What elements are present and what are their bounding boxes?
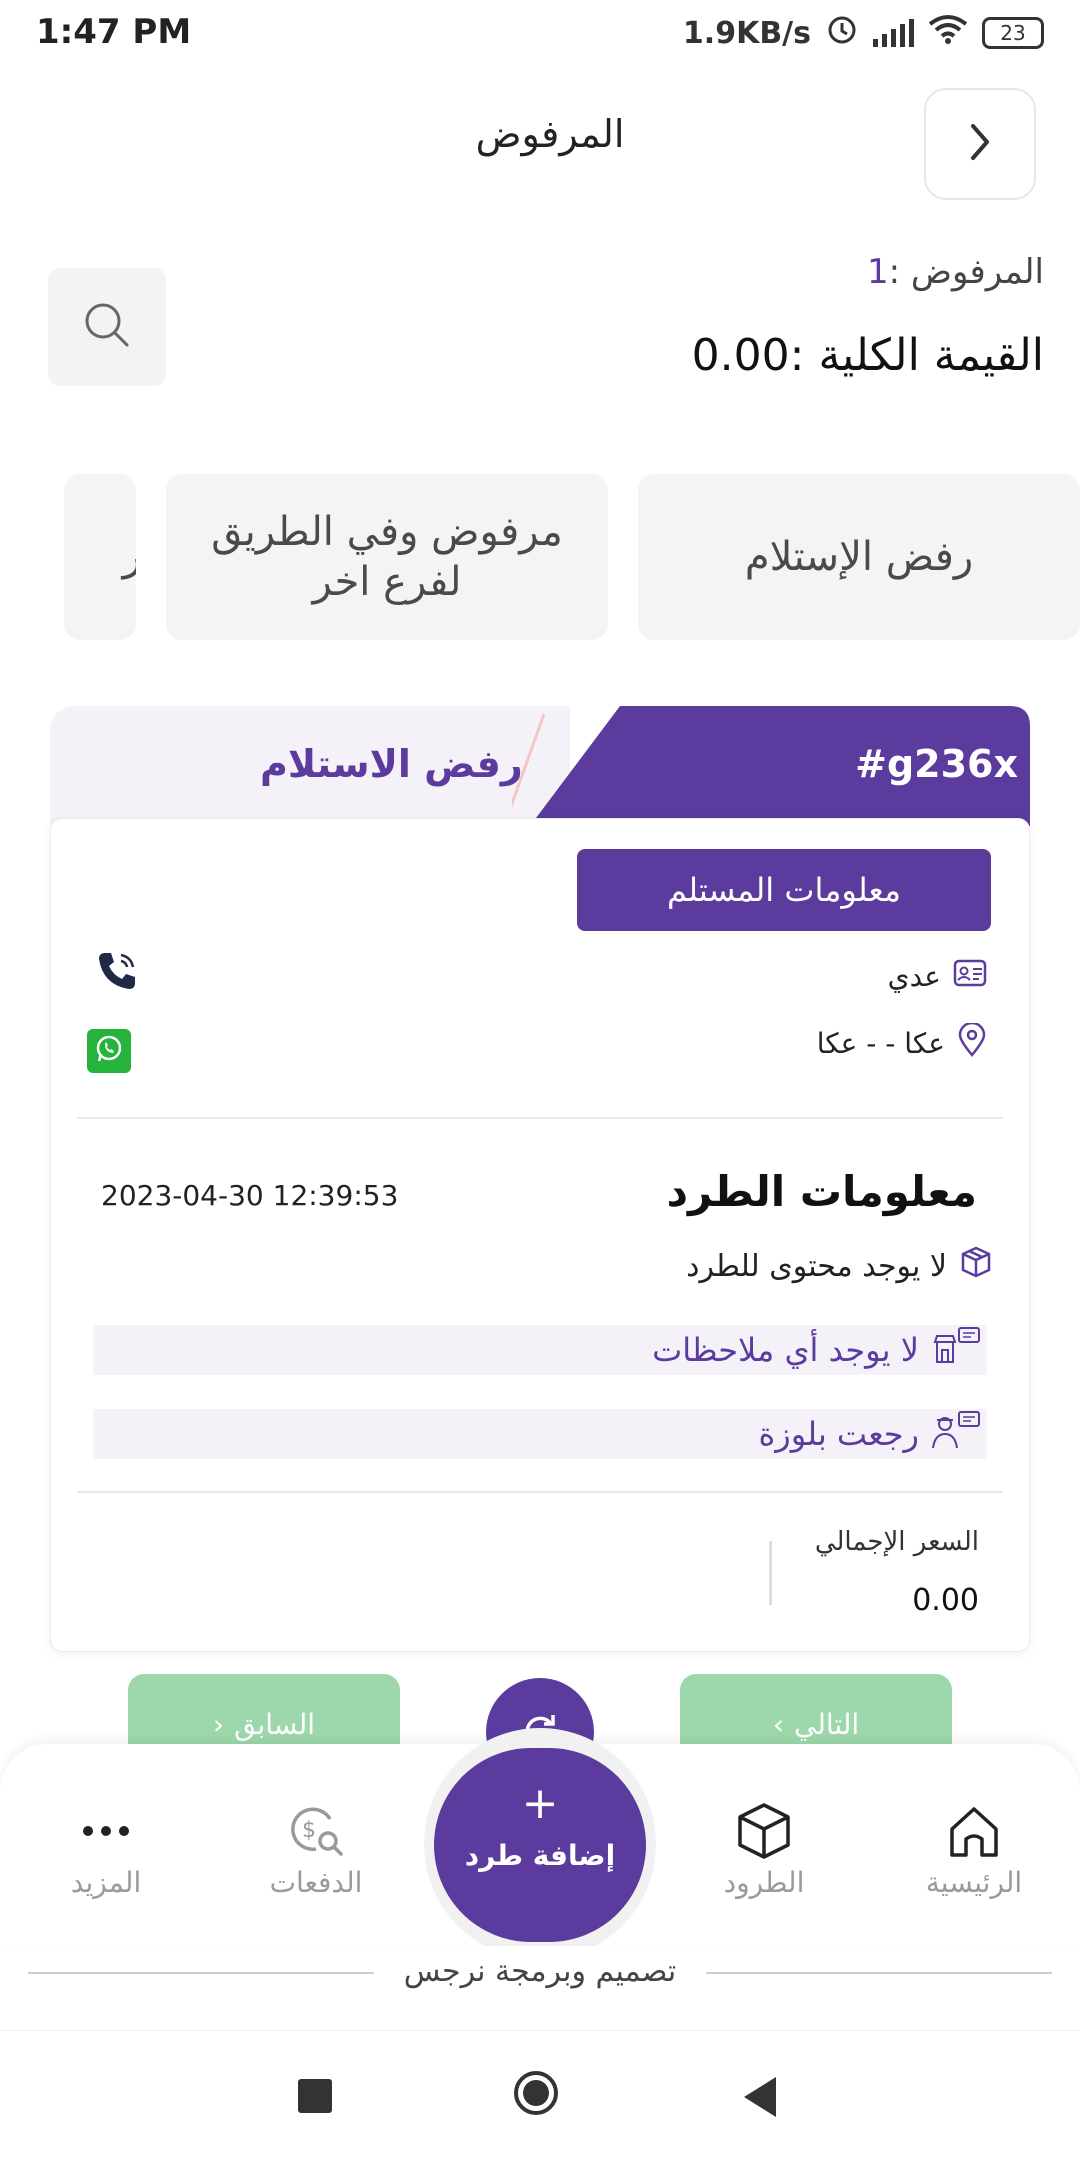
divider — [77, 1117, 1003, 1119]
search-icon — [80, 298, 134, 356]
parcel-date: 2023-04-30 12:39:53 — [101, 1179, 399, 1212]
divider — [77, 1491, 1003, 1493]
plus-icon: + — [521, 1778, 559, 1829]
total-price-label: السعر الإجمالي — [814, 1527, 979, 1557]
status-icons: 1.9KB/s 23 — [683, 12, 1044, 54]
store-note-row: لا يوجد أي ملاحظات — [93, 1325, 987, 1375]
rejected-count-label: المرفوض : — [888, 252, 1044, 292]
filter-chip-refused[interactable]: رفض الإستلام — [638, 474, 1080, 640]
store-note: لا يوجد أي ملاحظات — [652, 1331, 919, 1369]
filter-chip-partial-label: مر — [122, 534, 137, 580]
back-system-button[interactable] — [744, 2077, 776, 2117]
shipment-id: #g236x — [855, 742, 1018, 786]
page-title: المرفوض — [475, 112, 625, 156]
nav-more[interactable]: المزيد — [26, 1796, 186, 1899]
add-parcel-button[interactable]: + إضافة طرد — [434, 1748, 646, 1942]
home-system-button[interactable] — [514, 2071, 558, 2115]
parcel-info-title: معلومات الطرد — [666, 1167, 977, 1216]
driver-note: رجعت بلوزة — [758, 1415, 919, 1453]
driver-comment-icon — [929, 1410, 983, 1458]
signal-icon — [873, 19, 914, 47]
nav-home-label: الرئيسية — [925, 1866, 1023, 1899]
phone-icon — [95, 953, 139, 997]
shipment-status: رفض الاستلام — [260, 742, 523, 786]
price-separator — [769, 1541, 772, 1605]
filter-chip-refused-in-transit[interactable]: مرفوض وفي الطريق لفرع اخر — [166, 474, 608, 640]
shipment-id-tab: #g236x — [530, 706, 1030, 826]
receiver-address-row: عكا - - عكا — [816, 1021, 987, 1064]
credit-footer: تصميم وبرمجة نرجس — [0, 1946, 1080, 2036]
alarm-icon — [825, 12, 859, 54]
call-button[interactable] — [95, 949, 139, 997]
home-circle-icon — [523, 2080, 549, 2106]
svg-text:$: $ — [302, 1818, 316, 1843]
parcel-content-row: لا يوجد محتوى للطرد — [686, 1245, 993, 1287]
recents-button[interactable] — [298, 2079, 332, 2113]
status-bar: 1:47 PM 1.9KB/s 23 — [0, 0, 1080, 70]
shipment-status-tab: رفض الاستلام — [50, 706, 570, 826]
next-label: التالي — [794, 1708, 860, 1741]
network-speed: 1.9KB/s — [682, 15, 811, 51]
rejected-count: المرفوض :1 — [867, 252, 1044, 292]
rejected-count-value: 1 — [866, 252, 889, 292]
box-icon — [684, 1796, 844, 1866]
location-pin-icon — [957, 1021, 987, 1064]
chevron-left-icon: ‹ — [212, 1708, 225, 1741]
more-dots-icon — [26, 1796, 186, 1866]
previous-label: السابق — [234, 1708, 316, 1741]
nav-payments-label: الدفعات — [269, 1866, 363, 1899]
driver-note-row: رجعت بلوزة — [93, 1409, 987, 1459]
nav-payments[interactable]: $ الدفعات — [236, 1796, 396, 1899]
search-button[interactable] — [48, 268, 166, 386]
chevron-right-icon: › — [772, 1708, 785, 1741]
nav-parcels[interactable]: الطرود — [684, 1796, 844, 1899]
filter-chip-partial[interactable]: مر — [64, 474, 136, 640]
shipment-card[interactable]: رفض الاستلام #g236x معلومات المستلم عدي … — [50, 706, 1030, 1652]
nav-home[interactable]: الرئيسية — [894, 1796, 1054, 1899]
total-price-value: 0.00 — [912, 1583, 979, 1618]
system-navigation-bar — [0, 2030, 1080, 2161]
parcel-content: لا يوجد محتوى للطرد — [686, 1248, 947, 1284]
receiver-address: عكا - - عكا — [816, 1027, 945, 1060]
nav-more-label: المزيد — [70, 1866, 142, 1899]
id-card-icon — [953, 959, 987, 994]
receiver-name: عدي — [887, 960, 941, 993]
status-filters: رفض الإستلام مرفوض وفي الطريق لفرع اخر م… — [26, 474, 1080, 644]
total-value: القيمة الكلية :0.00 — [691, 330, 1044, 381]
wifi-icon — [928, 14, 968, 52]
receiver-name-row: عدي — [888, 959, 987, 994]
whatsapp-icon — [93, 1033, 125, 1069]
home-icon — [894, 1796, 1054, 1866]
receiver-info-button[interactable]: معلومات المستلم — [577, 849, 991, 931]
credit-text: تصميم وبرمجة نرجس — [403, 1954, 677, 1989]
nav-parcels-label: الطرود — [723, 1866, 805, 1899]
shipment-details: معلومات المستلم عدي عكا - - عكا معلومات … — [50, 818, 1030, 1652]
box-icon — [959, 1245, 993, 1287]
battery-indicator: 23 — [982, 17, 1044, 49]
payment-search-icon: $ — [236, 1796, 396, 1866]
status-time: 1:47 PM — [36, 12, 192, 52]
store-comment-icon — [929, 1326, 983, 1374]
add-parcel-label: إضافة طرد — [464, 1839, 616, 1872]
whatsapp-button[interactable] — [87, 1029, 131, 1073]
